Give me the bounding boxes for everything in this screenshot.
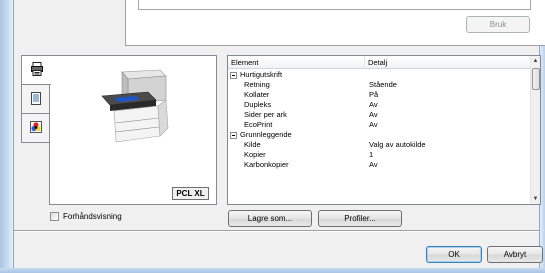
row-value: Av — [369, 100, 378, 109]
printer-settings-icon — [30, 62, 43, 78]
row-label: Retning — [244, 80, 270, 89]
grid-row[interactable]: Kopier 1 — [228, 150, 532, 160]
grid-group-row[interactable]: Hurtigutskrift — [228, 70, 532, 80]
grid-row[interactable]: Dupleks Av — [228, 100, 532, 110]
tab-color[interactable] — [21, 113, 50, 143]
footer-divider — [14, 230, 539, 232]
ok-button[interactable]: OK — [426, 246, 482, 263]
profiles-button-label: Profiler... — [344, 214, 376, 223]
scroll-up-icon[interactable]: ▲ — [531, 56, 540, 66]
pdl-label: PCL XL — [172, 187, 209, 200]
row-value: Av — [369, 160, 378, 169]
row-value: Stående — [369, 80, 397, 89]
tab-printer-settings[interactable] — [21, 55, 51, 85]
grid-row[interactable]: EcoPrint Av — [228, 120, 532, 130]
collapse-icon[interactable] — [230, 72, 237, 79]
cancel-button-label: Avbryt — [503, 250, 527, 259]
row-label: Karbonkopier — [244, 160, 289, 169]
window-bottom-frame — [0, 268, 545, 273]
row-value: 1 — [369, 150, 374, 159]
collapse-icon[interactable] — [230, 132, 237, 139]
grid-group-row[interactable]: Grunnleggende — [228, 130, 532, 140]
window-left-frame — [0, 0, 14, 273]
row-label: EcoPrint — [244, 120, 273, 129]
grid-row[interactable]: Kollater På — [228, 90, 532, 100]
row-value: Valg av autokilde — [369, 140, 426, 149]
save-as-button-label: Lagre som... — [247, 214, 293, 223]
row-value: På — [369, 90, 379, 99]
settings-grid[interactable]: Element Detalj Hurtigutskrift Retning St… — [227, 55, 541, 205]
row-label: Kopier — [244, 150, 266, 159]
vertical-tab-strip — [21, 55, 51, 143]
vertical-scrollbar[interactable]: ▲ ▼ — [530, 56, 540, 204]
grid-row[interactable]: Kilde Valg av autokilde — [228, 140, 532, 150]
grid-row[interactable]: Retning Stående — [228, 80, 532, 90]
scroll-down-icon[interactable]: ▼ — [531, 194, 540, 204]
document-icon — [31, 91, 41, 107]
group-label: Grunnleggende — [240, 130, 292, 139]
apply-button[interactable]: Bruk — [466, 16, 530, 33]
scroll-thumb[interactable] — [532, 68, 540, 90]
preview-checkbox[interactable] — [50, 212, 59, 221]
ok-button-label: OK — [448, 250, 460, 259]
grid-row[interactable]: Karbonkopier Av — [228, 160, 532, 170]
color-palette-icon — [30, 121, 42, 135]
cancel-button[interactable]: Avbryt — [487, 246, 543, 263]
preview-checkbox-row[interactable]: Forhåndsvisning — [50, 212, 122, 221]
preview-checkbox-label: Forhåndsvisning — [63, 212, 122, 221]
top-text-field[interactable] — [138, 0, 531, 10]
save-as-button[interactable]: Lagre som... — [228, 210, 312, 227]
row-value: Av — [369, 110, 378, 119]
tab-document[interactable] — [21, 84, 50, 114]
column-header-element[interactable]: Element — [228, 56, 365, 69]
row-label: Sider per ark — [244, 110, 287, 119]
profiles-button[interactable]: Profiler... — [318, 210, 402, 227]
row-label: Kilde — [244, 140, 261, 149]
grid-header: Element Detalj — [228, 56, 532, 69]
row-value: Av — [369, 120, 378, 129]
group-label: Hurtigutskrift — [240, 70, 283, 79]
apply-button-label: Bruk — [489, 20, 507, 29]
grid-row[interactable]: Sider per ark Av — [228, 110, 532, 120]
row-label: Kollater — [244, 90, 270, 99]
printer-image — [96, 66, 178, 146]
row-label: Dupleks — [244, 100, 272, 109]
printer-preview-pane — [49, 55, 217, 205]
column-header-detail[interactable]: Detalj — [365, 56, 532, 69]
